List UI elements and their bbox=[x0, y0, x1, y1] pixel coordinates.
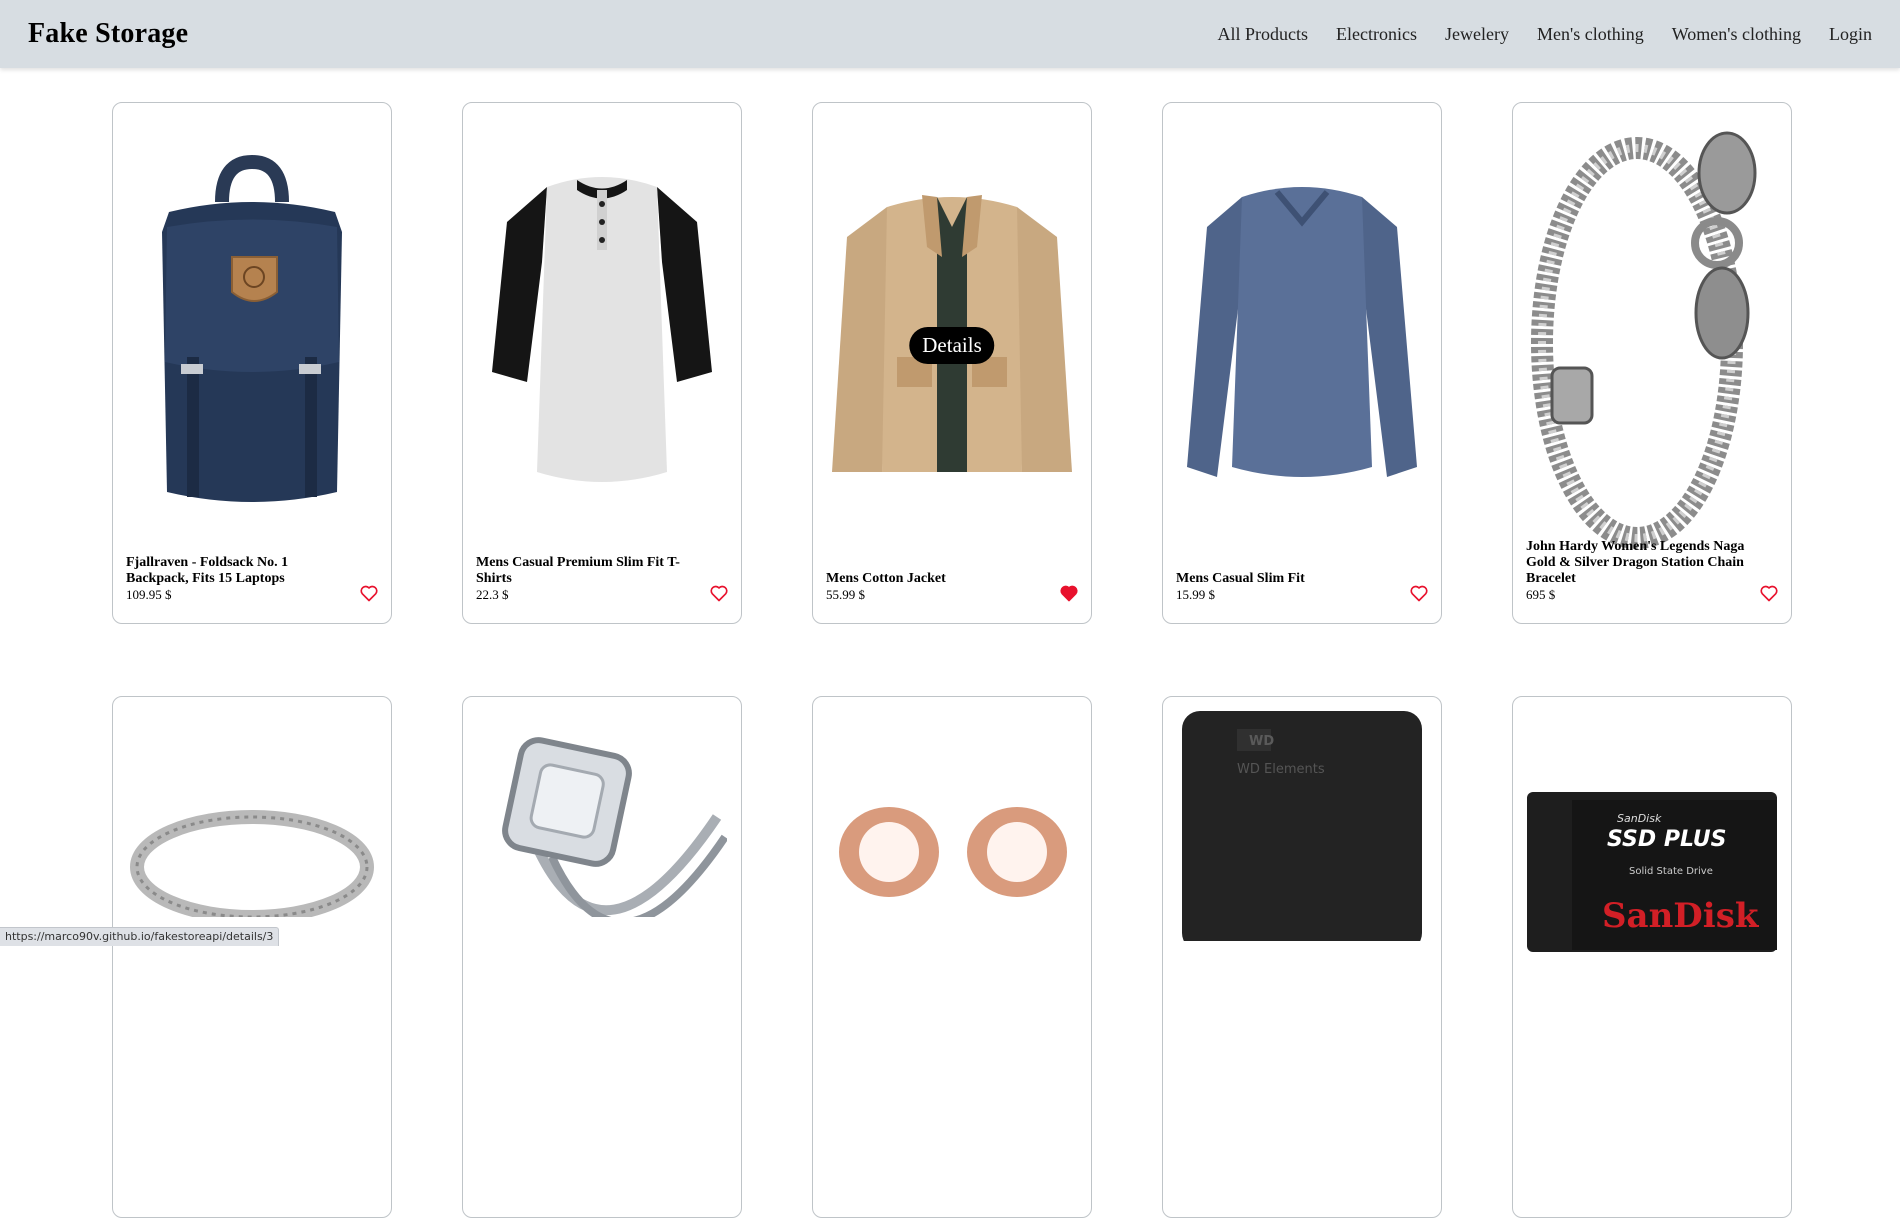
product-card[interactable]: Details Mens Cotton Jacket 55.99 $ bbox=[812, 102, 1092, 624]
engagement-ring-image bbox=[477, 727, 727, 917]
solid-state-drive-text: Solid State Drive bbox=[1629, 866, 1713, 877]
product-info: Mens Cotton Jacket 55.99 $ bbox=[826, 571, 1079, 603]
product-title: Mens Casual Premium Slim Fit T-Shirts bbox=[476, 555, 680, 586]
wd-elements-text: WD Elements bbox=[1237, 762, 1325, 777]
product-card[interactable]: John Hardy Women's Legends Naga Gold & S… bbox=[1512, 102, 1792, 624]
heart-outline-icon[interactable] bbox=[359, 583, 379, 603]
heart-outline-icon[interactable] bbox=[1759, 583, 1779, 603]
longsleeve-image bbox=[1177, 117, 1427, 547]
product-price: 109.95 $ bbox=[126, 587, 172, 602]
product-card[interactable]: SanDisk SSD PLUS Solid State Drive SanDi… bbox=[1512, 696, 1792, 1218]
product-price: 695 $ bbox=[1526, 587, 1556, 602]
product-price: 15.99 $ bbox=[1176, 587, 1215, 602]
details-button[interactable]: Details bbox=[909, 327, 995, 364]
sandisk-small-text: SanDisk bbox=[1617, 812, 1662, 825]
product-title: Mens Casual Slim Fit bbox=[1176, 571, 1305, 586]
nav-jewelery[interactable]: Jewelery bbox=[1445, 24, 1509, 45]
product-title: Fjallraven - Foldsack No. 1 Backpack, Fi… bbox=[126, 555, 289, 586]
product-card[interactable] bbox=[462, 696, 742, 1218]
product-title: John Hardy Women's Legends Naga Gold & S… bbox=[1526, 539, 1745, 586]
product-info: Mens Casual Premium Slim Fit T-Shirts 22… bbox=[476, 555, 729, 603]
product-card[interactable] bbox=[112, 696, 392, 1218]
ssd-plus-text: SSD PLUS bbox=[1607, 827, 1726, 852]
heart-filled-icon[interactable] bbox=[1059, 583, 1079, 603]
product-info: Fjallraven - Foldsack No. 1 Backpack, Fi… bbox=[126, 555, 379, 603]
product-price: 55.99 $ bbox=[826, 587, 865, 602]
product-card[interactable]: Mens Casual Slim Fit 15.99 $ bbox=[1162, 102, 1442, 624]
heart-outline-icon[interactable] bbox=[709, 583, 729, 603]
brand-logo-text[interactable]: Fake Storage bbox=[28, 18, 188, 50]
nav-mens-clothing[interactable]: Men's clothing bbox=[1537, 24, 1644, 45]
sandisk-ssd-image: SanDisk SSD PLUS Solid State Drive SanDi… bbox=[1527, 792, 1777, 952]
product-grid: Fjallraven - Foldsack No. 1 Backpack, Fi… bbox=[112, 102, 1792, 1218]
product-info: John Hardy Women's Legends Naga Gold & S… bbox=[1526, 539, 1779, 603]
svg-text:WD: WD bbox=[1249, 734, 1274, 749]
sandisk-logo-text: SanDisk bbox=[1602, 896, 1760, 936]
nav-all-products[interactable]: All Products bbox=[1218, 24, 1309, 45]
heart-outline-icon[interactable] bbox=[1409, 583, 1429, 603]
product-card[interactable]: Fjallraven - Foldsack No. 1 Backpack, Fi… bbox=[112, 102, 392, 624]
product-title: Mens Cotton Jacket bbox=[826, 571, 946, 586]
backpack-image bbox=[127, 117, 377, 547]
product-info: Mens Casual Slim Fit 15.99 $ bbox=[1176, 571, 1429, 603]
bracelet-image bbox=[1527, 113, 1777, 553]
tshirt-image bbox=[477, 117, 727, 547]
main-nav: All Products Electronics Jewelery Men's … bbox=[1218, 24, 1872, 45]
product-card[interactable]: WD WD Elements bbox=[1162, 696, 1442, 1218]
top-navbar: Fake Storage All Products Electronics Je… bbox=[0, 0, 1900, 68]
nav-login[interactable]: Login bbox=[1829, 24, 1872, 45]
rose-gold-earrings-image bbox=[827, 797, 1077, 917]
nav-electronics[interactable]: Electronics bbox=[1336, 24, 1417, 45]
product-card[interactable]: Mens Casual Premium Slim Fit T-Shirts 22… bbox=[462, 102, 742, 624]
product-price: 22.3 $ bbox=[476, 587, 509, 602]
browser-status-url: https://marco90v.github.io/fakestoreapi/… bbox=[0, 927, 280, 946]
ring-image bbox=[127, 797, 377, 917]
wd-hard-drive-image: WD WD Elements bbox=[1177, 711, 1427, 941]
product-card[interactable] bbox=[812, 696, 1092, 1218]
nav-womens-clothing[interactable]: Women's clothing bbox=[1672, 24, 1801, 45]
